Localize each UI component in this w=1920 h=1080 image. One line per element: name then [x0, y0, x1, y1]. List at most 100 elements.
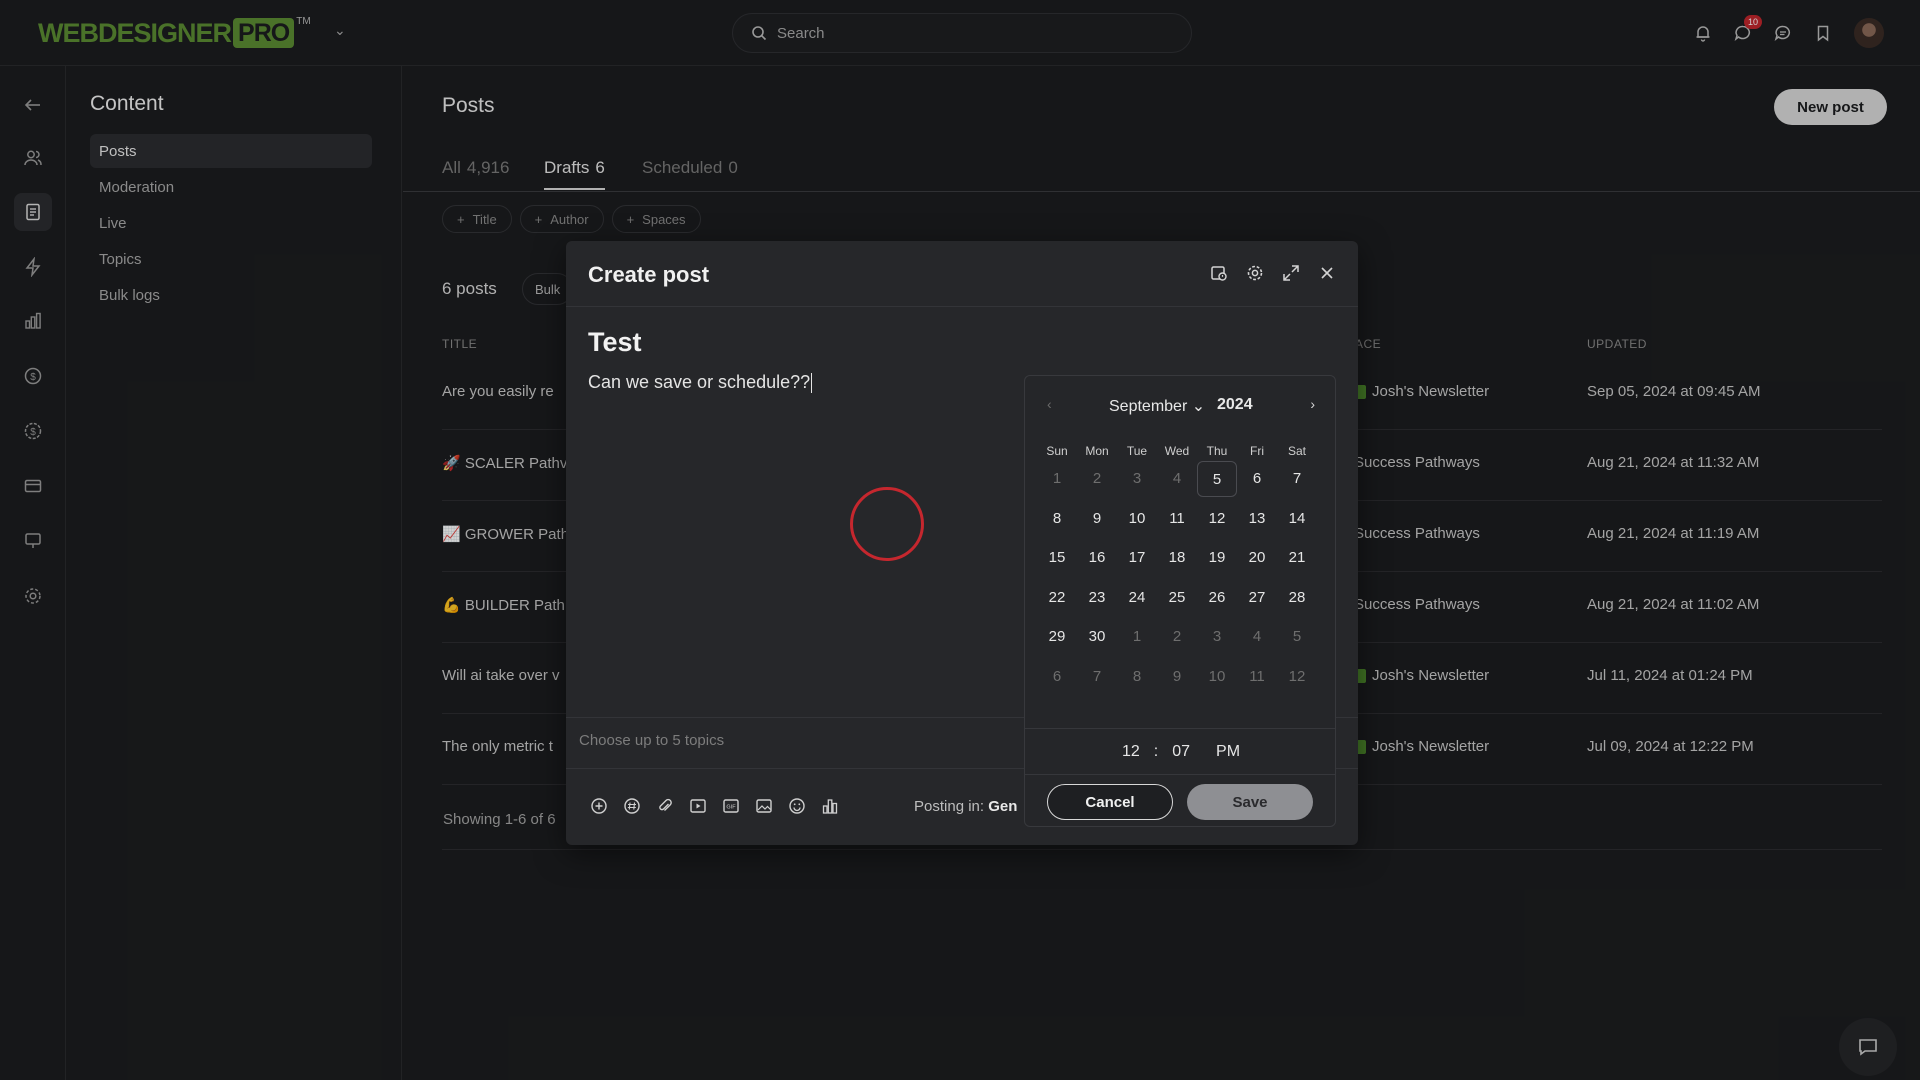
calendar-day[interactable]: 28: [1277, 580, 1317, 616]
calendar-day[interactable]: 5: [1277, 619, 1317, 655]
messages-icon[interactable]: 10: [1734, 15, 1762, 42]
sidebar-item-bulk-logs[interactable]: Bulk logs: [90, 278, 372, 312]
filter-title-chip[interactable]: + Title: [442, 205, 512, 233]
calendar-day[interactable]: 17: [1117, 540, 1157, 576]
sidebar-item-topics[interactable]: Topics: [90, 242, 372, 276]
members-icon[interactable]: [14, 139, 52, 177]
sidebar-item-posts[interactable]: Posts: [90, 134, 372, 168]
image-icon[interactable]: [755, 797, 773, 815]
calendar-day[interactable]: 13: [1237, 501, 1277, 537]
support-chat-button[interactable]: [1839, 1018, 1897, 1076]
calendar-day[interactable]: 12: [1197, 501, 1237, 537]
month-select[interactable]: September ⌄: [1109, 396, 1205, 416]
calendar-day[interactable]: 5: [1197, 461, 1237, 497]
calendar-day[interactable]: 30: [1077, 619, 1117, 655]
calendar-day[interactable]: 16: [1077, 540, 1117, 576]
poll-icon[interactable]: [821, 797, 839, 815]
calendar-day[interactable]: 21: [1277, 540, 1317, 576]
bookmark-icon[interactable]: [1814, 24, 1832, 42]
bell-icon[interactable]: [1694, 24, 1712, 42]
chevron-down-icon[interactable]: ⌄: [334, 22, 346, 39]
calendar-day[interactable]: 9: [1077, 501, 1117, 537]
posts-icon[interactable]: [14, 193, 52, 231]
calendar-day[interactable]: 1: [1037, 461, 1077, 497]
back-arrow-icon[interactable]: [14, 86, 52, 124]
posting-in[interactable]: Posting in: Gen: [914, 798, 1017, 815]
calendar-day[interactable]: 10: [1117, 501, 1157, 537]
calendar-day[interactable]: 6: [1037, 659, 1077, 695]
filter-author-chip[interactable]: + Author: [519, 205, 604, 233]
post-title-field[interactable]: Test: [588, 327, 642, 358]
sidebar-item-live[interactable]: Live: [90, 206, 372, 240]
calendar-day[interactable]: 19: [1197, 540, 1237, 576]
calendar-day[interactable]: 3: [1117, 461, 1157, 497]
next-month-chevron-icon[interactable]: ›: [1310, 396, 1315, 412]
calendar-day[interactable]: 10: [1197, 659, 1237, 695]
logo[interactable]: WEBDESIGNER PRO TM: [38, 16, 311, 50]
close-icon[interactable]: [1318, 264, 1336, 287]
calendar-day[interactable]: 6: [1237, 461, 1277, 497]
filter-spaces-chip[interactable]: + Spaces: [611, 205, 701, 233]
calendar-day[interactable]: 18: [1157, 540, 1197, 576]
calendar-day[interactable]: 4: [1157, 461, 1197, 497]
calendar-day[interactable]: 27: [1237, 580, 1277, 616]
video-icon[interactable]: [689, 797, 707, 815]
gear-icon[interactable]: [14, 577, 52, 615]
tab-all[interactable]: All 4,916: [442, 158, 509, 178]
row-title[interactable]: 📈 GROWER Path: [442, 525, 569, 543]
calendar-day[interactable]: 4: [1237, 619, 1277, 655]
card-icon[interactable]: [14, 467, 52, 505]
calendar-day[interactable]: 2: [1077, 461, 1117, 497]
post-body-editor[interactable]: Can we save or schedule??: [588, 372, 813, 394]
calendar-day[interactable]: 14: [1277, 501, 1317, 537]
row-title[interactable]: 🚀 SCALER Pathv: [442, 454, 567, 472]
lightning-icon[interactable]: [14, 248, 52, 286]
tab-scheduled[interactable]: Scheduled 0: [642, 158, 738, 178]
expand-icon[interactable]: [1282, 264, 1300, 287]
calendar-day[interactable]: 15: [1037, 540, 1077, 576]
analytics-icon[interactable]: [14, 302, 52, 340]
row-title[interactable]: Are you easily re: [442, 383, 554, 400]
calendar-day[interactable]: 25: [1157, 580, 1197, 616]
calendar-day[interactable]: 11: [1237, 659, 1277, 695]
add-block-icon[interactable]: [590, 797, 608, 815]
emoji-icon[interactable]: [788, 797, 806, 815]
settings-gear-icon[interactable]: [1246, 264, 1264, 287]
tab-drafts[interactable]: Drafts 6: [544, 158, 605, 190]
hour-input[interactable]: 12: [1122, 743, 1140, 761]
calendar-day[interactable]: 23: [1077, 580, 1117, 616]
search-bar[interactable]: Search: [732, 13, 1192, 53]
save-button[interactable]: Save: [1187, 784, 1313, 820]
calendar-day[interactable]: 24: [1117, 580, 1157, 616]
sidebar-item-moderation[interactable]: Moderation: [90, 170, 372, 204]
calendar-day[interactable]: 3: [1197, 619, 1237, 655]
calendar-day[interactable]: 11: [1157, 501, 1197, 537]
calendar-day[interactable]: 9: [1157, 659, 1197, 695]
calendar-day[interactable]: 22: [1037, 580, 1077, 616]
avatar[interactable]: [1854, 18, 1884, 48]
new-post-button[interactable]: New post: [1774, 89, 1887, 125]
calendar-day[interactable]: 2: [1157, 619, 1197, 655]
schedule-icon[interactable]: [1210, 264, 1228, 287]
row-title[interactable]: The only metric t: [442, 738, 553, 755]
topics-input[interactable]: [579, 732, 979, 749]
hashtag-icon[interactable]: [623, 797, 641, 815]
dollar-icon[interactable]: $: [14, 357, 52, 395]
calendar-day[interactable]: 12: [1277, 659, 1317, 695]
row-title[interactable]: Will ai take over v: [442, 667, 560, 684]
calendar-day[interactable]: 7: [1277, 461, 1317, 497]
calendar-day[interactable]: 26: [1197, 580, 1237, 616]
cancel-button[interactable]: Cancel: [1047, 784, 1173, 820]
minute-input[interactable]: 07: [1172, 743, 1190, 761]
display-icon[interactable]: [14, 522, 52, 560]
paywall-icon[interactable]: $: [14, 412, 52, 450]
calendar-day[interactable]: 8: [1037, 501, 1077, 537]
calendar-day[interactable]: 7: [1077, 659, 1117, 695]
row-title[interactable]: 💪 BUILDER Path: [442, 596, 565, 614]
previous-month-chevron-icon[interactable]: ‹: [1047, 396, 1052, 412]
chat-icon[interactable]: [1774, 24, 1792, 42]
gif-icon[interactable]: GIF: [722, 797, 740, 815]
attachment-icon[interactable]: [656, 797, 674, 815]
year-label[interactable]: 2024: [1217, 396, 1253, 414]
calendar-day[interactable]: 8: [1117, 659, 1157, 695]
